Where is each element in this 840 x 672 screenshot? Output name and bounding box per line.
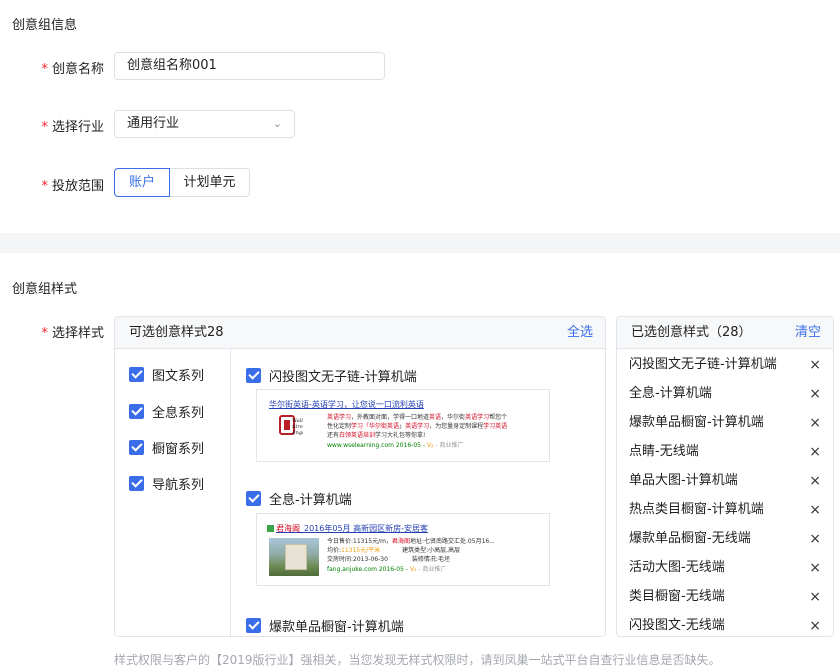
close-icon[interactable]: × xyxy=(809,442,821,462)
close-icon[interactable]: × xyxy=(809,355,821,375)
checkbox-checked-icon xyxy=(246,368,261,383)
select-all-link[interactable]: 全选 xyxy=(567,317,593,349)
verified-icon xyxy=(267,525,274,532)
close-icon[interactable]: × xyxy=(809,529,821,549)
style-checkbox-holo-pc[interactable]: 全息-计算机端 xyxy=(246,489,352,508)
style-checkbox-hot-item-pc[interactable]: 爆款单品橱窗-计算机端 xyxy=(246,616,404,635)
category-checkbox-nav[interactable]: 导航系列 xyxy=(129,475,204,493)
section-divider xyxy=(0,233,840,253)
clear-link[interactable]: 清空 xyxy=(795,317,821,349)
style-list: 闪投图文无子链-计算机端 华尔街英语-英语学习，让您说一口流利英语 Wall S… xyxy=(232,349,605,636)
scope-option-plan-unit[interactable]: 计划单元 xyxy=(170,168,250,197)
selected-styles-panel: 已选创意样式（28） 清空 闪投图文无子链-计算机端 × 全息-计算机端 × 爆款单… xyxy=(616,316,834,637)
close-icon[interactable]: × xyxy=(809,384,821,404)
selected-item: 爆款单品橱窗-无线端 × xyxy=(629,529,821,549)
category-checkbox-graphic[interactable]: 图文系列 xyxy=(129,366,204,384)
close-icon[interactable]: × xyxy=(809,500,821,520)
style-checkbox-flash-graphic[interactable]: 闪投图文无子链-计算机端 xyxy=(246,366,417,385)
close-icon[interactable]: × xyxy=(809,471,821,491)
preview-line: 今日售价:11315元/m，君海阁地址:七贤南路交汇处.05月16... xyxy=(327,538,495,545)
name-label: * 创意名称 xyxy=(41,62,104,77)
property-photo xyxy=(269,538,319,576)
preview-url: fang.anjuke.com 2016-05 - V₂ - 商业推广 xyxy=(327,566,447,573)
industry-label: * 选择行业 xyxy=(41,120,104,135)
industry-select[interactable]: 通用行业 ⌄ xyxy=(114,110,295,138)
selected-item: 活动大图-无线端 × xyxy=(629,558,821,578)
checkbox-checked-icon xyxy=(129,439,144,455)
close-icon[interactable]: × xyxy=(809,558,821,578)
selected-item: 点睛-无线端 × xyxy=(629,442,821,462)
selected-panel-header: 已选创意样式（28） 清空 xyxy=(617,317,833,349)
selected-item: 热点类目橱窗-计算机端 × xyxy=(629,500,821,520)
preview-ad-title: 华尔街英语-英语学习，让您说一口流利英语 xyxy=(269,400,424,409)
preview-line: 英语学习，外教面对面，学得一口地道英语，华尔街英语学习帮您个 xyxy=(327,414,508,421)
available-styles-panel: 可选创意样式28 全选 图文系列 全息系列 橱窗系列 导航系列 闪投图文无子链-… xyxy=(114,316,606,637)
available-panel-header: 可选创意样式28 全选 xyxy=(115,317,605,349)
available-title: 可选创意样式28 xyxy=(129,325,224,340)
close-icon[interactable]: × xyxy=(809,413,821,433)
style-preview-flash-graphic: 华尔街英语-英语学习，让您说一口流利英语 Wall Street English… xyxy=(256,389,550,462)
selected-item: 闪投图文-无线端 × xyxy=(629,616,821,636)
category-checkbox-showcase[interactable]: 橱窗系列 xyxy=(129,439,204,457)
close-icon[interactable]: × xyxy=(809,616,821,636)
selected-item: 类目橱窗-无线端 × xyxy=(629,587,821,607)
style-label: * 选择样式 xyxy=(41,326,104,341)
preview-url: www.wselearning.com 2016-05 - V₂ - 商业推广 xyxy=(327,442,464,449)
section-title-info: 创意组信息 xyxy=(12,18,78,33)
selected-item: 爆款单品橱窗-计算机端 × xyxy=(629,413,821,433)
svg-text:English: English xyxy=(291,430,303,436)
selected-item: 单品大图-计算机端 × xyxy=(629,471,821,491)
close-icon[interactable]: × xyxy=(809,587,821,607)
checkbox-checked-icon xyxy=(246,491,261,506)
wall-street-english-logo-icon: Wall Street English xyxy=(279,415,303,436)
style-preview-holo: 君海阁_2016年05月 高新园区新房-安居客 今日售价:11315元/m，君海… xyxy=(256,513,550,586)
preview-line: 性化定制学习「华尔街英语」英语学习，为您量身定制课程学习英语 xyxy=(327,423,508,430)
section-title-style: 创意组样式 xyxy=(12,282,78,297)
chevron-down-icon: ⌄ xyxy=(272,117,282,130)
preview-line: 交房时间:2013-06-30 装修情况:毛坯 xyxy=(327,556,450,563)
checkbox-checked-icon xyxy=(129,403,144,419)
scope-label: * 投放范围 xyxy=(41,179,104,194)
selected-title: 已选创意样式（28） xyxy=(631,325,752,340)
category-list: 图文系列 全息系列 橱窗系列 导航系列 xyxy=(115,349,231,636)
creative-name-input[interactable]: 创意组名称001 xyxy=(114,52,385,80)
selected-item: 全息-计算机端 × xyxy=(629,384,821,404)
selected-item: 闪投图文无子链-计算机端 × xyxy=(629,355,821,375)
scope-option-account[interactable]: 账户 xyxy=(114,168,170,197)
checkbox-checked-icon xyxy=(129,475,144,491)
preview-line: 均价:11315元/平米 建筑类型:小高层,高层 xyxy=(327,547,461,554)
category-checkbox-holo[interactable]: 全息系列 xyxy=(129,403,204,421)
industry-select-value: 通用行业 xyxy=(127,116,180,131)
checkbox-checked-icon xyxy=(246,618,261,633)
checkbox-checked-icon xyxy=(129,366,144,382)
preview-line: 还有白领英语培训学习大礼包等你拿! xyxy=(327,432,426,439)
preview-ad-title: 君海阁_2016年05月 高新园区新房-安居客 xyxy=(267,523,428,534)
permission-hint: 样式权限与客户的【2019版行业】强相关，当您发现无样式权限时，请到凤巢一站式平… xyxy=(114,653,721,667)
